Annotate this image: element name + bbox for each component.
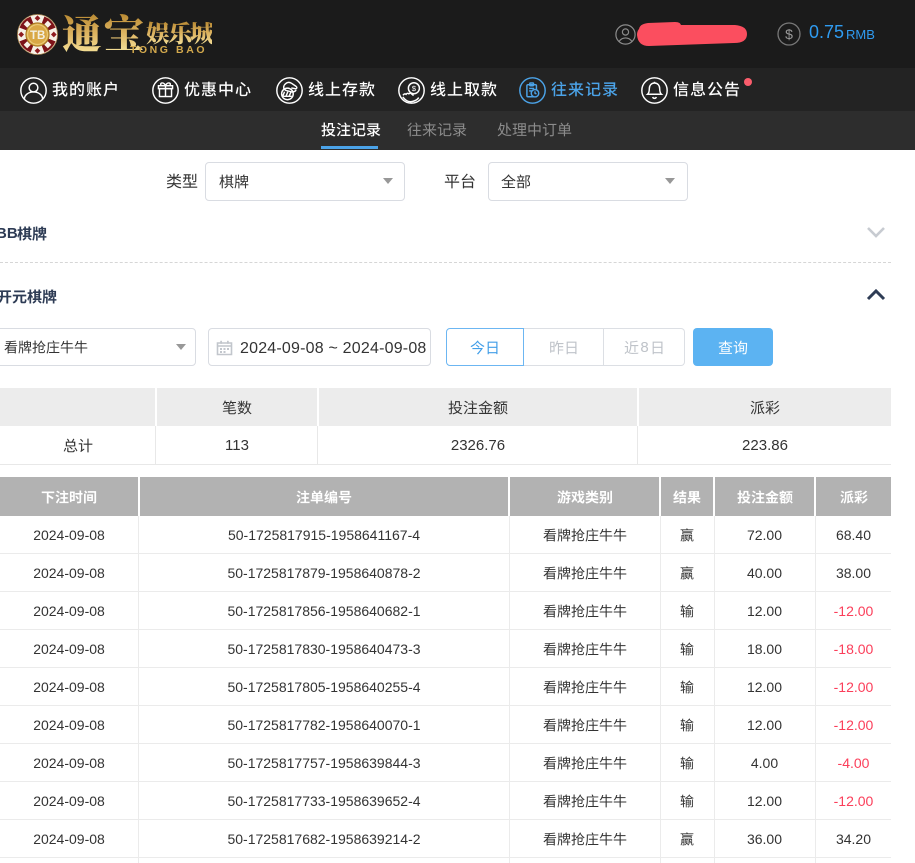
svg-text:$: $ <box>785 26 793 42</box>
svg-text:$: $ <box>412 84 417 93</box>
svg-text:TB: TB <box>30 30 45 42</box>
